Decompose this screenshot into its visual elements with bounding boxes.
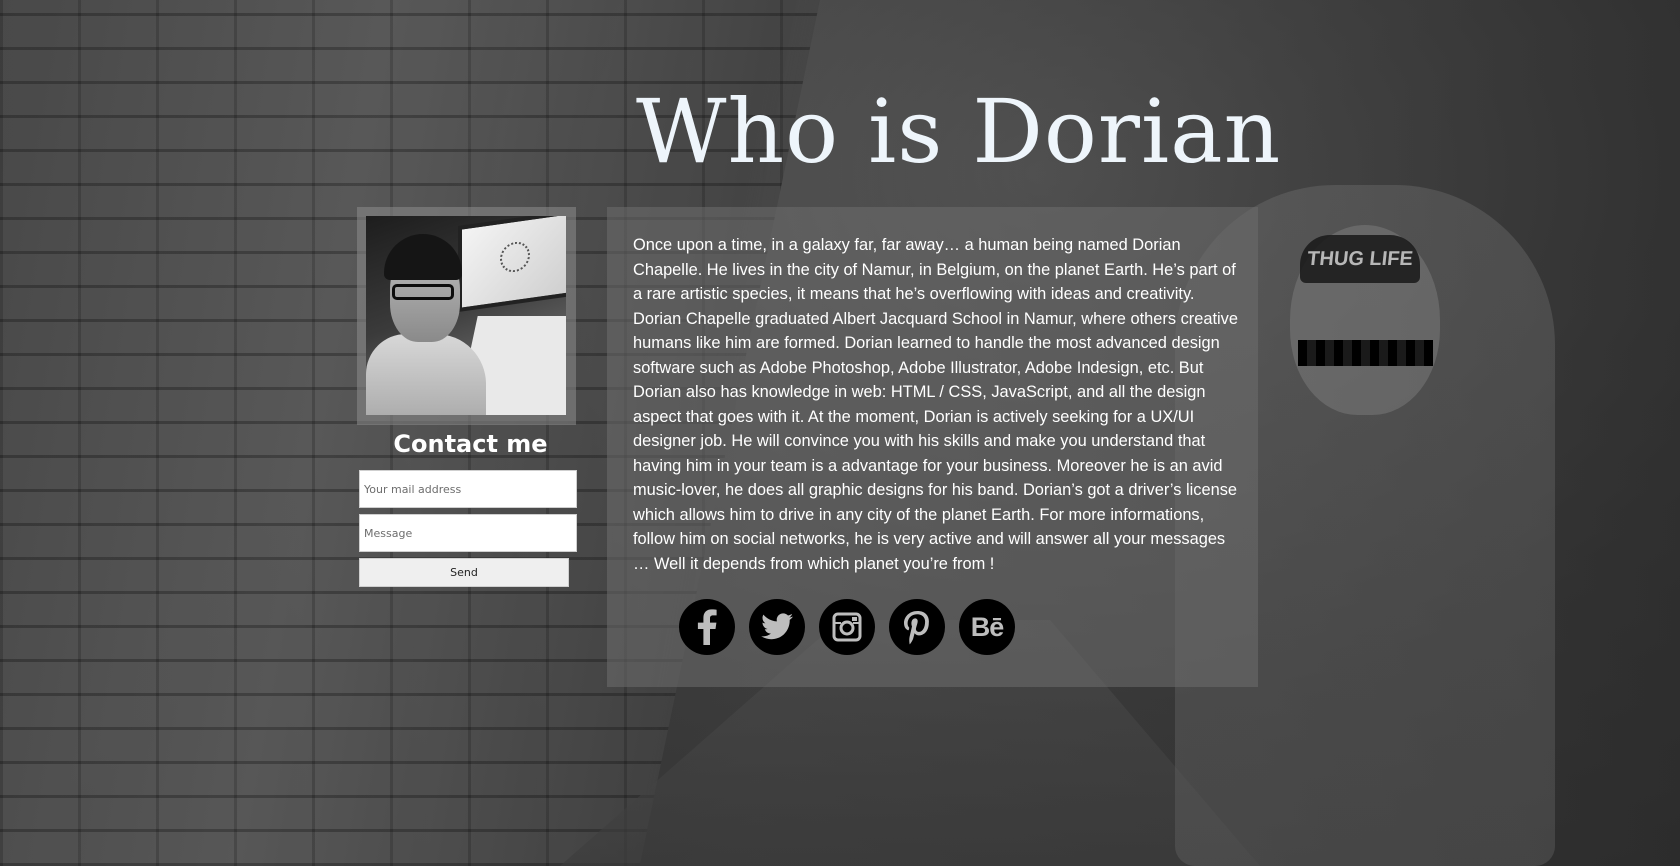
portrait-glasses [392, 284, 454, 300]
email-field[interactable] [359, 470, 577, 508]
portrait-shirt [366, 334, 486, 415]
message-field[interactable] [359, 514, 577, 552]
contact-heading: Contact me [393, 430, 548, 458]
twitter-link[interactable] [749, 599, 805, 655]
bio-text: Once upon a time, in a galaxy far, far a… [633, 236, 1238, 573]
instagram-icon [832, 612, 862, 642]
portrait-monitor [458, 216, 566, 313]
pinterest-link[interactable] [889, 599, 945, 655]
background-cap-text: THUG LIFE [1306, 248, 1414, 270]
behance-link[interactable]: Bē [959, 599, 1015, 655]
instagram-link[interactable] [819, 599, 875, 655]
bio-panel: Once upon a time, in a galaxy far, far a… [607, 207, 1258, 687]
background-pixel-sunglasses [1298, 340, 1433, 366]
facebook-icon [697, 609, 717, 645]
twitter-icon [761, 613, 793, 640]
page-title: Who is Dorian [636, 80, 1282, 183]
portrait-photo [366, 216, 566, 415]
send-button[interactable]: Send [359, 558, 569, 587]
portrait-frame [357, 207, 576, 425]
pinterest-icon [904, 611, 929, 645]
page: THUG LIFE Who is Dorian Contact me Send … [0, 0, 1680, 866]
behance-icon: Bē [970, 611, 1005, 642]
facebook-link[interactable] [679, 599, 735, 655]
social-links: Bē [679, 599, 1015, 655]
portrait-beanie [384, 234, 462, 280]
